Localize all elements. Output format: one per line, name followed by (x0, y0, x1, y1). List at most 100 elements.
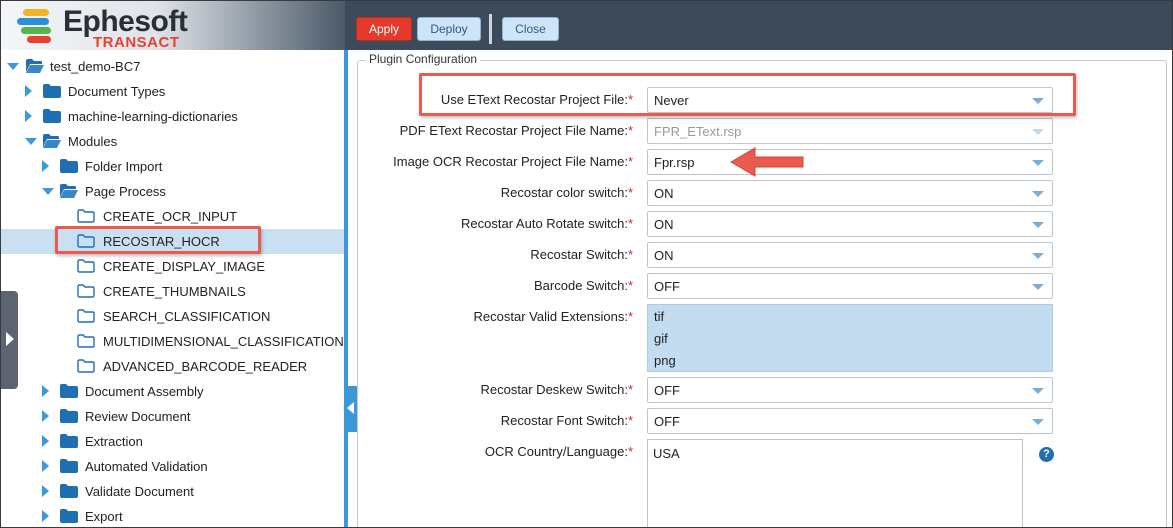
plugin-config-panel: Plugin Configuration Use EText Recostar … (357, 50, 1172, 527)
dropdown-arrow-icon (1032, 98, 1044, 104)
folder-open-icon (43, 134, 61, 148)
folder-icon (60, 434, 78, 448)
tree-node-label: machine-learning-dictionaries (68, 109, 238, 124)
folder-icon (60, 484, 78, 498)
caret-right-icon[interactable] (25, 85, 32, 97)
field-label: OCR Country/Language:* (484, 444, 633, 459)
tree-node[interactable]: Document Types (1, 79, 344, 104)
folder-outline-icon (77, 284, 95, 298)
collapse-tree-handle[interactable] (344, 386, 357, 432)
dropdown-arrow-icon (1032, 253, 1044, 259)
fieldset-legend: Plugin Configuration (366, 52, 481, 66)
row-barcode-switch: Barcode Switch:* OFF (357, 273, 1172, 299)
folder-icon (60, 409, 78, 423)
recostar-switch-select[interactable]: ON (647, 242, 1053, 268)
tree-node[interactable]: CREATE_DISPLAY_IMAGE (1, 254, 344, 279)
extension-option[interactable]: png (654, 353, 676, 368)
row-deskew-switch: Recostar Deskew Switch:* OFF (357, 377, 1172, 403)
tree-node[interactable]: Extraction (1, 429, 344, 454)
color-switch-select[interactable]: ON (647, 180, 1053, 206)
tree-node[interactable]: Folder Import (1, 154, 344, 179)
tree-node[interactable]: test_demo-BC7 (1, 54, 344, 79)
row-auto-rotate: Recostar Auto Rotate switch:* ON (357, 211, 1172, 237)
tree-node-label: MULTIDIMENSIONAL_CLASSIFICATION (103, 334, 344, 349)
caret-right-icon[interactable] (42, 410, 49, 422)
extension-option[interactable]: tif (654, 309, 664, 324)
row-ocr-language: OCR Country/Language:* USA ? (357, 439, 1172, 527)
tree-node-label: Automated Validation (85, 459, 208, 474)
folder-icon (43, 84, 61, 98)
font-switch-select[interactable]: OFF (647, 408, 1053, 434)
tree-node-label: ADVANCED_BARCODE_READER (103, 359, 308, 374)
tree-node[interactable]: MULTIDIMENSIONAL_CLASSIFICATION (1, 329, 344, 354)
apply-button[interactable]: Apply (356, 17, 412, 41)
row-image-ocr-name: Image OCR Recostar Project File Name:* F… (357, 149, 1172, 175)
tree-node[interactable]: ADVANCED_BARCODE_READER (1, 354, 344, 379)
row-pdf-etext-name: PDF EText Recostar Project File Name:* F… (357, 118, 1172, 144)
caret-right-icon[interactable] (42, 510, 49, 522)
caret-right-icon[interactable] (42, 160, 49, 172)
tree-node-label: SEARCH_CLASSIFICATION (103, 309, 271, 324)
caret-down-icon[interactable] (7, 63, 19, 70)
tree-node[interactable]: CREATE_OCR_INPUT (1, 204, 344, 229)
tree-node-label: Extraction (85, 434, 143, 449)
tree-node[interactable]: Modules (1, 129, 344, 154)
folder-outline-icon (77, 209, 95, 223)
expand-left-panel-handle[interactable] (1, 291, 18, 389)
tree-node[interactable]: CREATE_THUMBNAILS (1, 279, 344, 304)
tree-node-label: Export (85, 509, 123, 524)
tree-node[interactable]: Export (1, 504, 344, 527)
field-label: Recostar Deskew Switch:* (480, 382, 633, 397)
field-label: Barcode Switch:* (534, 278, 633, 293)
panel-splitter[interactable] (344, 50, 356, 527)
deploy-button[interactable]: Deploy (417, 17, 481, 41)
help-icon[interactable]: ? (1039, 447, 1054, 462)
pdf-etext-name-select: FPR_EText.rsp (647, 118, 1053, 144)
tree-node-label: Folder Import (85, 159, 163, 174)
ocr-language-textarea[interactable]: USA (647, 439, 1023, 527)
caret-right-icon[interactable] (42, 460, 49, 472)
close-button[interactable]: Close (502, 17, 559, 41)
field-label: Recostar Valid Extensions:* (473, 309, 633, 324)
valid-extensions-listbox[interactable]: tif gif png (647, 304, 1053, 372)
tree-node[interactable]: Automated Validation (1, 454, 344, 479)
field-label: Recostar Font Switch:* (500, 413, 633, 428)
field-label: Use EText Recostar Project File:* (440, 92, 633, 107)
tree-node[interactable]: SEARCH_CLASSIFICATION (1, 304, 344, 329)
dropdown-arrow-icon (1032, 284, 1044, 290)
tree-node-label: Review Document (85, 409, 191, 424)
tree-node-label: test_demo-BC7 (50, 59, 141, 74)
folder-outline-icon (77, 259, 95, 273)
caret-right-icon[interactable] (25, 110, 32, 122)
tree-node[interactable]: Review Document (1, 404, 344, 429)
row-etext-project-file: Use EText Recostar Project File:* Never (357, 87, 1172, 113)
top-bar: Ephesoft TRANSACT Apply Deploy Close (1, 1, 1172, 51)
dropdown-arrow-icon (1032, 129, 1044, 135)
tree-node[interactable]: machine-learning-dictionaries (1, 104, 344, 129)
tree-node[interactable]: Validate Document (1, 479, 344, 504)
tree-node[interactable]: RECOSTAR_HOCR (1, 229, 344, 254)
tree-node-label: Document Types (68, 84, 166, 99)
app-window: Ephesoft TRANSACT Apply Deploy Close tes… (0, 0, 1173, 528)
folder-open-icon (60, 184, 78, 198)
tree-node[interactable]: Document Assembly (1, 379, 344, 404)
folder-outline-icon (77, 234, 95, 248)
image-ocr-name-select[interactable]: Fpr.rsp (647, 149, 1053, 175)
auto-rotate-select[interactable]: ON (647, 211, 1053, 237)
extension-option[interactable]: gif (654, 331, 668, 346)
tree-node[interactable]: Page Process (1, 179, 344, 204)
caret-right-icon[interactable] (42, 385, 49, 397)
deskew-switch-select[interactable]: OFF (647, 377, 1053, 403)
tree-node-label: Validate Document (85, 484, 194, 499)
dropdown-arrow-icon (1032, 419, 1044, 425)
etext-project-file-select[interactable]: Never (647, 87, 1053, 113)
caret-down-icon[interactable] (25, 138, 37, 145)
row-valid-extensions: Recostar Valid Extensions:* tif gif png (357, 304, 1172, 374)
caret-right-icon[interactable] (42, 485, 49, 497)
chevron-left-icon (347, 402, 354, 414)
folder-icon (60, 459, 78, 473)
caret-right-icon[interactable] (42, 435, 49, 447)
caret-down-icon[interactable] (42, 188, 54, 195)
field-label: PDF EText Recostar Project File Name:* (399, 123, 633, 138)
barcode-switch-select[interactable]: OFF (647, 273, 1053, 299)
